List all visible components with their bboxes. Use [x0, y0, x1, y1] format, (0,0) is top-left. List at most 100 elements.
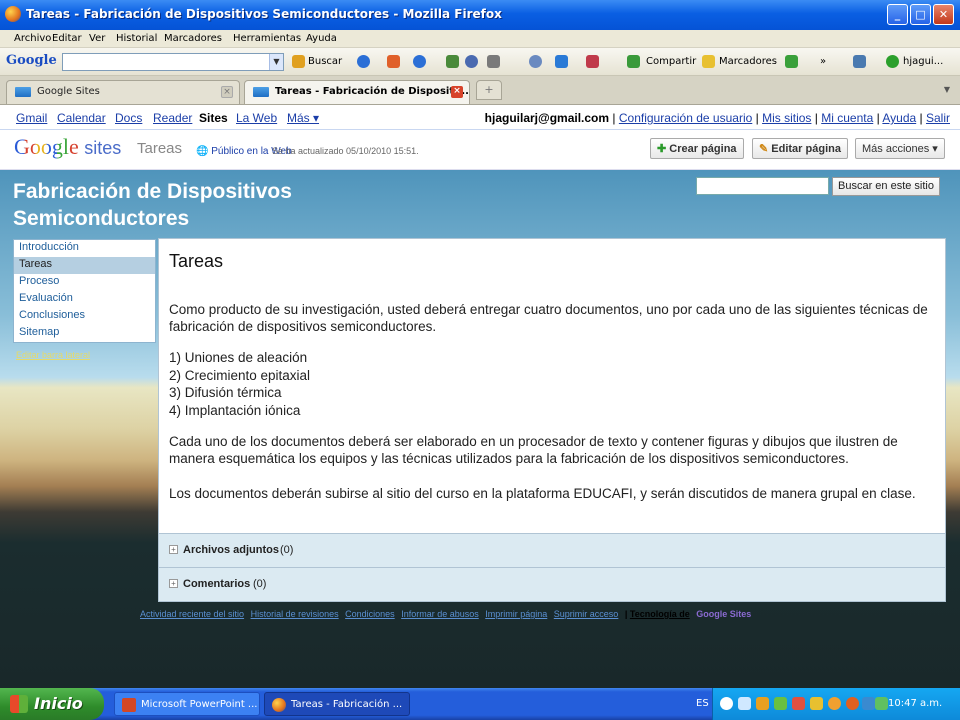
sidebar-item-sitemap[interactable]: Sitemap — [14, 325, 155, 342]
close-button[interactable]: ✕ — [933, 4, 954, 25]
menu-ver[interactable]: Ver — [89, 33, 105, 44]
picture-icon[interactable] — [446, 55, 459, 68]
sidebar-item-proceso[interactable]: Proceso — [14, 274, 155, 291]
edit-sidebar-link[interactable]: Editar barra lateral — [16, 350, 90, 360]
globe-icon[interactable] — [413, 55, 426, 68]
toolbar-search-input[interactable]: ▼ — [62, 53, 284, 71]
list-item: 4) Implantación iónica — [169, 402, 301, 418]
close-icon[interactable]: × — [221, 86, 233, 98]
footer-report-abuse[interactable]: Informar de abusos — [401, 609, 479, 619]
menu-ayuda[interactable]: Ayuda — [306, 33, 337, 44]
security-icon[interactable] — [792, 697, 805, 710]
gbar-mi-cuenta[interactable]: Mi cuenta — [821, 111, 873, 125]
antivirus-icon[interactable] — [756, 697, 769, 710]
comments-section[interactable]: + Comentarios (0) — [158, 568, 946, 602]
more-actions-button[interactable]: Más acciones ▾ — [855, 138, 945, 159]
messenger-icon[interactable] — [774, 697, 787, 710]
news-icon[interactable] — [487, 55, 500, 68]
menu-marcadores[interactable]: Marcadores — [164, 33, 222, 44]
alert-icon[interactable] — [846, 697, 859, 710]
gbar-configuracion[interactable]: Configuración de usuario — [619, 111, 752, 125]
attachments-section[interactable]: + Archivos adjuntos (0) — [158, 534, 946, 568]
toolbar-marcadores[interactable]: Marcadores — [719, 56, 777, 67]
gbar-la-web[interactable]: La Web — [236, 111, 277, 125]
footer-revision-history[interactable]: Historial de revisiones — [251, 609, 339, 619]
toolbar-buscar[interactable]: Buscar — [308, 56, 342, 67]
gbar-gmail[interactable]: Gmail — [16, 111, 47, 125]
user-status-icon[interactable] — [886, 55, 899, 68]
page-title-header: Tareas — [137, 140, 183, 157]
menu-historial[interactable]: Historial — [116, 33, 157, 44]
globe-icon[interactable] — [357, 55, 370, 68]
tab-label: Tareas - Fabricación de Dispositi... — [275, 86, 469, 97]
menu-editar[interactable]: Editar — [52, 33, 82, 44]
new-tab-button[interactable]: + — [476, 80, 502, 100]
gbar-reader[interactable]: Reader — [153, 111, 192, 125]
toolbar-more[interactable]: » — [820, 56, 826, 67]
sidebar-nav: Introducción Tareas Proceso Evaluación C… — [13, 239, 156, 343]
gbar-ayuda[interactable]: Ayuda — [882, 111, 916, 125]
gbar-salir[interactable]: Salir — [926, 111, 950, 125]
sites-wordmark: sites — [84, 138, 122, 158]
expand-icon[interactable]: + — [169, 545, 178, 554]
tab-google-sites[interactable]: Google Sites × — [6, 80, 240, 104]
expand-icon[interactable]: + — [169, 579, 178, 588]
tab-tareas[interactable]: Tareas - Fabricación de Dispositi... × — [244, 80, 470, 104]
wrench-icon[interactable] — [853, 55, 866, 68]
start-button[interactable]: Inicio — [0, 688, 104, 720]
notebook-icon[interactable] — [785, 55, 798, 68]
share-icon[interactable] — [627, 55, 640, 68]
update-icon[interactable] — [828, 697, 841, 710]
star-icon[interactable] — [702, 55, 715, 68]
chevron-down-icon[interactable]: ▼ — [269, 54, 283, 70]
mail-icon[interactable] — [586, 55, 599, 68]
display-icon[interactable] — [862, 697, 875, 710]
volume-icon[interactable] — [875, 697, 888, 710]
gbar-docs[interactable]: Docs — [115, 111, 142, 125]
edit-page-button[interactable]: ✎ Editar página — [752, 138, 848, 159]
menu-archivo[interactable]: Archivo — [14, 33, 51, 44]
menu-bar: Archivo Editar Ver Historial Marcadores … — [0, 30, 960, 48]
toolbar-user[interactable]: hjagui... — [903, 56, 943, 67]
translate-icon[interactable] — [465, 55, 478, 68]
taskbar-item-firefox[interactable]: Tareas - Fabricación ... — [264, 692, 410, 716]
footer-terms[interactable]: Condiciones — [345, 609, 395, 619]
site-search-button[interactable]: Buscar en este sitio — [832, 177, 940, 196]
gbar-calendar[interactable]: Calendar — [57, 111, 106, 125]
page-title: Tareas — [169, 251, 224, 271]
minimize-button[interactable]: _ — [887, 4, 908, 25]
site-title[interactable]: Fabricación de Dispositivos Semiconducto… — [13, 178, 292, 232]
sidebar-item-tareas[interactable]: Tareas — [14, 257, 155, 274]
footer-remove-access[interactable]: Suprimir acceso — [554, 609, 619, 619]
search-icon[interactable] — [292, 55, 305, 68]
google-wordmark: Google — [14, 134, 79, 159]
close-icon[interactable]: × — [451, 86, 463, 98]
pagerank-icon[interactable] — [387, 55, 400, 68]
site-search-input[interactable] — [696, 177, 829, 195]
shield-icon[interactable] — [810, 697, 823, 710]
tab-bar: Google Sites × Tareas - Fabricación de D… — [0, 76, 960, 105]
google-sites-link[interactable]: Google Sites — [696, 609, 751, 619]
toolbar-compartir[interactable]: Compartir — [646, 56, 696, 67]
language-indicator[interactable]: ES — [696, 698, 709, 709]
footer-recent-activity[interactable]: Actividad reciente del sitio — [140, 609, 244, 619]
gbar-mis-sitios[interactable]: Mis sitios — [762, 111, 811, 125]
google-sites-logo[interactable]: Google sites — [14, 134, 121, 160]
network-icon[interactable] — [738, 697, 751, 710]
chevron-left-icon[interactable] — [720, 697, 733, 710]
sidebar-item-introduccion[interactable]: Introducción — [14, 240, 155, 257]
edit-page-label: Editar página — [771, 143, 841, 155]
menu-herramientas[interactable]: Herramientas — [233, 33, 301, 44]
chevron-down-icon[interactable]: ▼ — [940, 82, 954, 98]
sidebar-item-conclusiones[interactable]: Conclusiones — [14, 308, 155, 325]
site-title-line1: Fabricación de Dispositivos — [13, 180, 292, 203]
footer-print-page[interactable]: Imprimir página — [485, 609, 547, 619]
create-page-button[interactable]: ✚ Crear página — [650, 138, 744, 159]
taskbar-item-label: Tareas - Fabricación ... — [291, 699, 403, 710]
gbar-mas[interactable]: Más ▾ — [287, 111, 319, 125]
sidebar-item-evaluacion[interactable]: Evaluación — [14, 291, 155, 308]
taskbar-item-powerpoint[interactable]: Microsoft PowerPoint ... — [114, 692, 260, 716]
puzzle-icon[interactable] — [555, 55, 568, 68]
clock-icon[interactable] — [529, 55, 542, 68]
maximize-button[interactable]: □ — [910, 4, 931, 25]
